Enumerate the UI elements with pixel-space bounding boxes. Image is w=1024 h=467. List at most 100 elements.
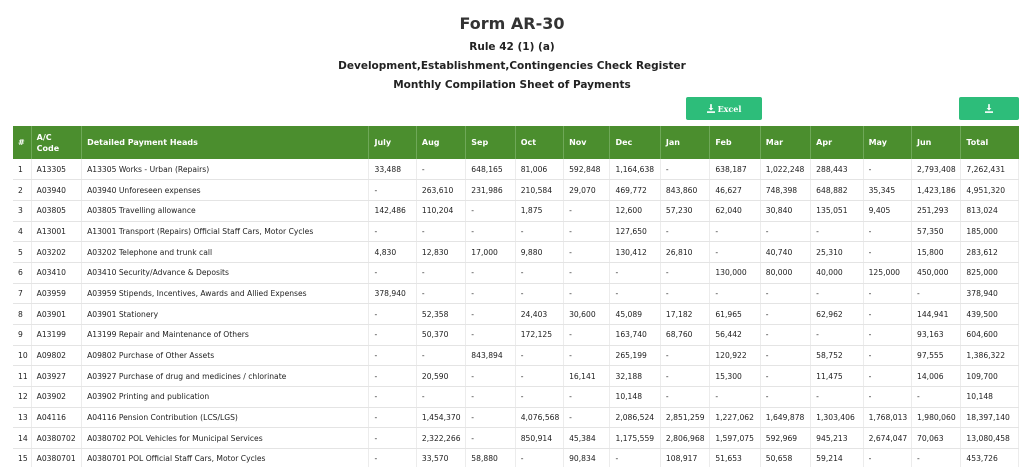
table-cell: 592,969 (760, 427, 812, 450)
table-cell: 4 (13, 221, 32, 243)
export-excel-label: Excel (717, 103, 742, 114)
table-cell: A13199 Repair and Maintenance of Others (81, 324, 370, 346)
table-cell: A03202 Telephone and trunk call (81, 241, 370, 263)
table-cell: 1,454,370 (416, 407, 467, 429)
column-header[interactable]: Jan (660, 126, 711, 159)
table-body: 1 A13305 A13305 Works - Urban (Repairs) 33,… (13, 159, 1019, 467)
table-cell: 2,322,266 (416, 427, 467, 450)
table-cell: - (465, 427, 516, 450)
table-cell: 81,006 (515, 159, 565, 181)
table-cell: - (368, 324, 417, 346)
table-row: 6 A03410 A03410 Security/Advance & Deposit… (13, 262, 1019, 284)
table-cell: 2 (13, 179, 32, 201)
column-header[interactable]: Dec (609, 126, 661, 159)
column-header[interactable]: Total (960, 126, 1019, 159)
table-cell: 125,000 (863, 262, 913, 284)
table-cell: - (515, 386, 565, 408)
table-cell: - (465, 407, 516, 429)
table-cell: 945,213 (810, 427, 864, 450)
table-cell: A03901 Stationery (81, 303, 370, 325)
download-icon (706, 104, 715, 113)
table-cell: - (368, 407, 417, 429)
table-row: 9 A13199 A13199 Repair and Maintenance of … (13, 324, 1019, 346)
table-cell: 11 (13, 365, 32, 388)
table-cell: 288,443 (810, 159, 864, 181)
table-cell: 450,000 (911, 262, 962, 284)
column-header[interactable]: Mar (760, 126, 812, 159)
column-header[interactable]: A/C Code (31, 126, 83, 159)
column-header[interactable]: Sep (465, 126, 516, 159)
table-cell: - (863, 448, 913, 467)
table-cell: - (416, 159, 467, 181)
table-cell: 46,627 (709, 179, 761, 201)
table-cell: - (416, 221, 467, 243)
table-cell: - (810, 324, 864, 346)
register-subtitle: Development,Establishment,Contingencies … (338, 60, 686, 72)
table-cell: 68,760 (660, 324, 711, 346)
table-cell: 825,000 (960, 262, 1019, 284)
column-header[interactable]: Detailed Payment Heads (81, 126, 370, 159)
table-cell: 12,830 (416, 241, 467, 263)
table-cell: - (863, 386, 913, 408)
column-header[interactable]: May (863, 126, 913, 159)
table-cell: A03959 Stipends, Incentives, Awards and … (81, 283, 370, 305)
table-cell: 1,649,878 (760, 407, 812, 429)
table-cell: 50,370 (416, 324, 467, 346)
table-cell: - (563, 386, 611, 408)
table-cell: 108,917 (660, 448, 711, 467)
column-header[interactable]: Feb (709, 126, 761, 159)
column-header[interactable]: Nov (563, 126, 611, 159)
table-row: 13 A04116 A04116 Pension Contribution (LCS… (13, 407, 1019, 429)
table-cell: 10,148 (960, 386, 1019, 408)
table-cell: - (368, 303, 417, 325)
table-cell: - (911, 386, 962, 408)
table-cell: - (609, 262, 661, 284)
table-cell: 9,405 (863, 200, 913, 222)
column-header[interactable]: Oct (515, 126, 565, 159)
table-cell: - (660, 262, 711, 284)
table-cell: - (465, 303, 516, 325)
table-cell: 33,488 (368, 159, 417, 181)
table-cell: - (368, 345, 417, 367)
table-cell: 14,006 (911, 365, 962, 388)
table-cell: A0380702 (31, 427, 83, 450)
table-cell: - (760, 283, 812, 305)
table-cell: 648,882 (810, 179, 864, 201)
download-button[interactable] (959, 97, 1019, 120)
table-cell: 843,860 (660, 179, 711, 201)
column-header[interactable]: Apr (810, 126, 864, 159)
table-cell: 5 (13, 241, 32, 263)
table-header-row: # A/C Code Detailed Payment Heads July Aug Se… (13, 126, 1019, 159)
table-cell: 1,022,248 (760, 159, 812, 181)
table-cell: - (709, 283, 761, 305)
table-cell: - (863, 365, 913, 388)
table-cell: 2,086,524 (609, 407, 661, 429)
table-cell: - (515, 448, 565, 467)
table-cell: 2,793,408 (911, 159, 962, 181)
table-cell: - (465, 283, 516, 305)
export-excel-button[interactable]: Excel (686, 97, 762, 120)
table-cell: 17,182 (660, 303, 711, 325)
column-header[interactable]: July (368, 126, 417, 159)
table-cell: 604,600 (960, 324, 1019, 346)
table-cell: 6 (13, 262, 32, 284)
table-cell: 265,199 (609, 345, 661, 367)
table-cell: 33,570 (416, 448, 467, 467)
table-cell: 26,810 (660, 241, 711, 263)
table-row: 3 A03805 A03805 Travelling allowance 142,48… (13, 200, 1019, 222)
table-cell: 1,980,060 (911, 407, 962, 429)
column-header[interactable]: Aug (416, 126, 467, 159)
table-cell: A03805 Travelling allowance (81, 200, 370, 222)
column-header[interactable]: # (13, 126, 32, 159)
table-row: 5 A03202 A03202 Telephone and trunk call 4,… (13, 241, 1019, 263)
table-cell: 13 (13, 407, 32, 429)
table-cell: - (515, 283, 565, 305)
column-header[interactable]: Jun (911, 126, 962, 159)
table-cell: 9 (13, 324, 32, 346)
table-cell: - (863, 221, 913, 243)
table-cell: 7,262,431 (960, 159, 1019, 181)
table-cell: 57,350 (911, 221, 962, 243)
table-cell: - (368, 448, 417, 467)
table-cell: - (465, 221, 516, 243)
table-cell: - (810, 283, 864, 305)
